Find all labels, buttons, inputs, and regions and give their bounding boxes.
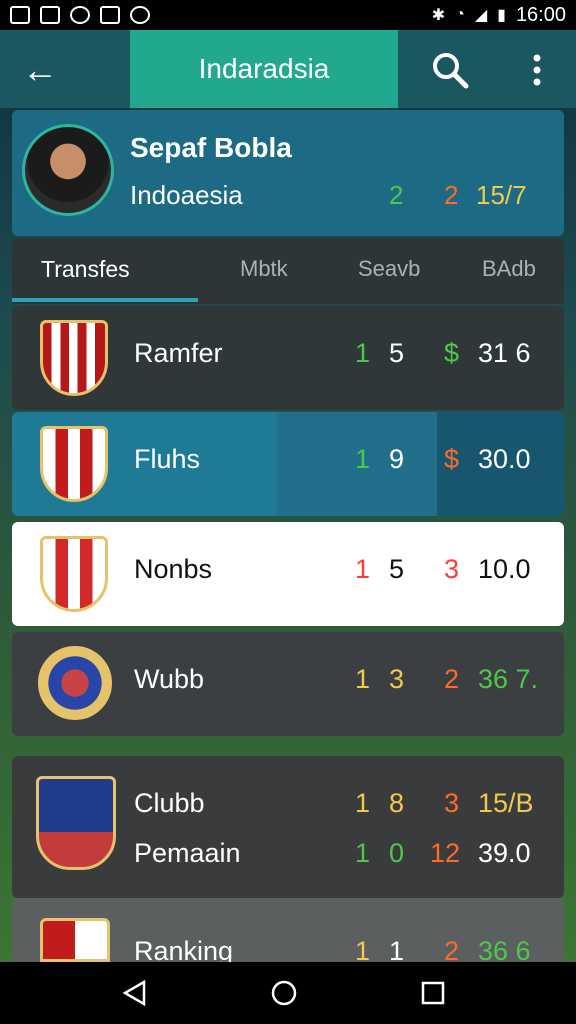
app-bar: ← Indaradsia xyxy=(0,30,576,108)
status-icons-left xyxy=(10,6,150,24)
player-stat-1: 2 xyxy=(389,180,404,210)
app-title: Indaradsia xyxy=(198,53,330,84)
group-card[interactable]: Clubb 1 8 3 15/B Pemaain 1 0 12 39.0 xyxy=(12,756,564,898)
tab-transfes[interactable]: Transfes xyxy=(41,256,130,283)
stat-b: 9 xyxy=(389,444,405,474)
club-name: Wubb xyxy=(134,664,205,694)
stat-b: 5 xyxy=(389,554,405,584)
tab-seavb[interactable]: Seavb xyxy=(358,256,420,282)
list-item[interactable]: Fluhs 1 9 $ 30.0 xyxy=(12,412,564,516)
stat-c: $ xyxy=(444,338,460,368)
stat-d: 31 6 xyxy=(478,338,531,368)
stat-a: 1 xyxy=(355,788,371,818)
mail-icon xyxy=(100,6,120,24)
signal-icon: ◢ xyxy=(474,7,488,24)
status-icons-right: ✱ ◔ ◢ ▮ 16:00 xyxy=(432,4,566,27)
list-item-partial[interactable]: Ranking 1 1 2 36 6 xyxy=(12,898,564,966)
system-nav-bar xyxy=(0,962,576,1024)
stat-d: 30.0 xyxy=(478,444,531,474)
tab-bar: Transfes Mbtk Seavb BAdb xyxy=(12,238,564,304)
battery-icon: ▮ xyxy=(497,7,506,24)
clock-icon xyxy=(70,6,90,24)
avatar xyxy=(22,124,114,216)
nav-home-icon[interactable] xyxy=(271,980,297,1006)
stat-c: $ xyxy=(444,444,460,474)
stat-c: 3 xyxy=(444,554,460,584)
stat-d: 15/B xyxy=(478,788,534,818)
stat-a: 1 xyxy=(355,664,371,694)
stat-a: 1 xyxy=(355,444,371,474)
club-crest-icon xyxy=(40,918,110,962)
club-name: Nonbs xyxy=(134,554,213,584)
club-crest-icon xyxy=(36,776,116,870)
player-stat-2: 2 xyxy=(444,180,459,210)
wifi-icon: ◔ xyxy=(455,6,465,23)
tab-badb[interactable]: BAdb xyxy=(482,256,536,282)
more-vert-icon[interactable] xyxy=(522,48,552,92)
stat-b: 5 xyxy=(389,338,405,368)
nav-back-icon[interactable] xyxy=(122,980,148,1006)
club-name: Ramfer xyxy=(134,338,223,368)
nav-recents-icon[interactable] xyxy=(420,980,446,1006)
list-item-selected[interactable]: Nonbs 1 5 3 10.0 xyxy=(12,522,564,626)
back-arrow-icon[interactable]: ← xyxy=(18,48,62,92)
club-crest-icon xyxy=(38,646,112,720)
status-time: 16:00 xyxy=(515,3,566,26)
stat-b: 0 xyxy=(389,838,405,868)
player-name: Sepaf Bobla xyxy=(130,132,292,163)
club-name: Clubb xyxy=(134,788,205,818)
stat-a: 1 xyxy=(355,838,371,868)
list-item[interactable]: Wubb 1 3 2 36 7. xyxy=(12,632,564,736)
stat-d: 39.0 xyxy=(478,838,531,868)
tab-mbtk[interactable]: Mbtk xyxy=(240,256,288,282)
status-bar: ✱ ◔ ◢ ▮ 16:00 xyxy=(0,0,576,30)
stat-a: 1 xyxy=(355,338,371,368)
search-icon[interactable] xyxy=(428,48,472,92)
whatsapp-icon xyxy=(130,6,150,24)
notification-icon xyxy=(10,6,30,24)
player-stat-3: 15/7 xyxy=(476,180,527,210)
bluetooth-icon: ✱ xyxy=(431,7,446,24)
title-box: Indaradsia xyxy=(130,30,398,108)
club-crest-icon xyxy=(40,426,108,502)
stat-b: 3 xyxy=(389,664,405,694)
club-crest-icon xyxy=(40,536,108,612)
stat-b: 8 xyxy=(389,788,405,818)
active-tab-indicator xyxy=(12,298,198,302)
stat-a: 1 xyxy=(355,554,371,584)
stat-d: 36 7. xyxy=(478,664,539,694)
club-name: Fluhs xyxy=(134,444,201,474)
list-item[interactable]: Ramfer 1 5 $ 31 6 xyxy=(12,306,564,410)
stat-c: 2 xyxy=(444,664,460,694)
stat-c: 12 xyxy=(430,838,461,868)
message-icon xyxy=(40,6,60,24)
stat-c: 3 xyxy=(444,788,460,818)
player-label: Pemaain xyxy=(134,838,241,868)
stat-d: 10.0 xyxy=(478,554,531,584)
player-header: Sepaf Bobla Indoaesia 2 2 15/7 xyxy=(12,110,564,236)
player-team: Indoaesia xyxy=(130,180,243,210)
club-crest-icon xyxy=(40,320,108,396)
